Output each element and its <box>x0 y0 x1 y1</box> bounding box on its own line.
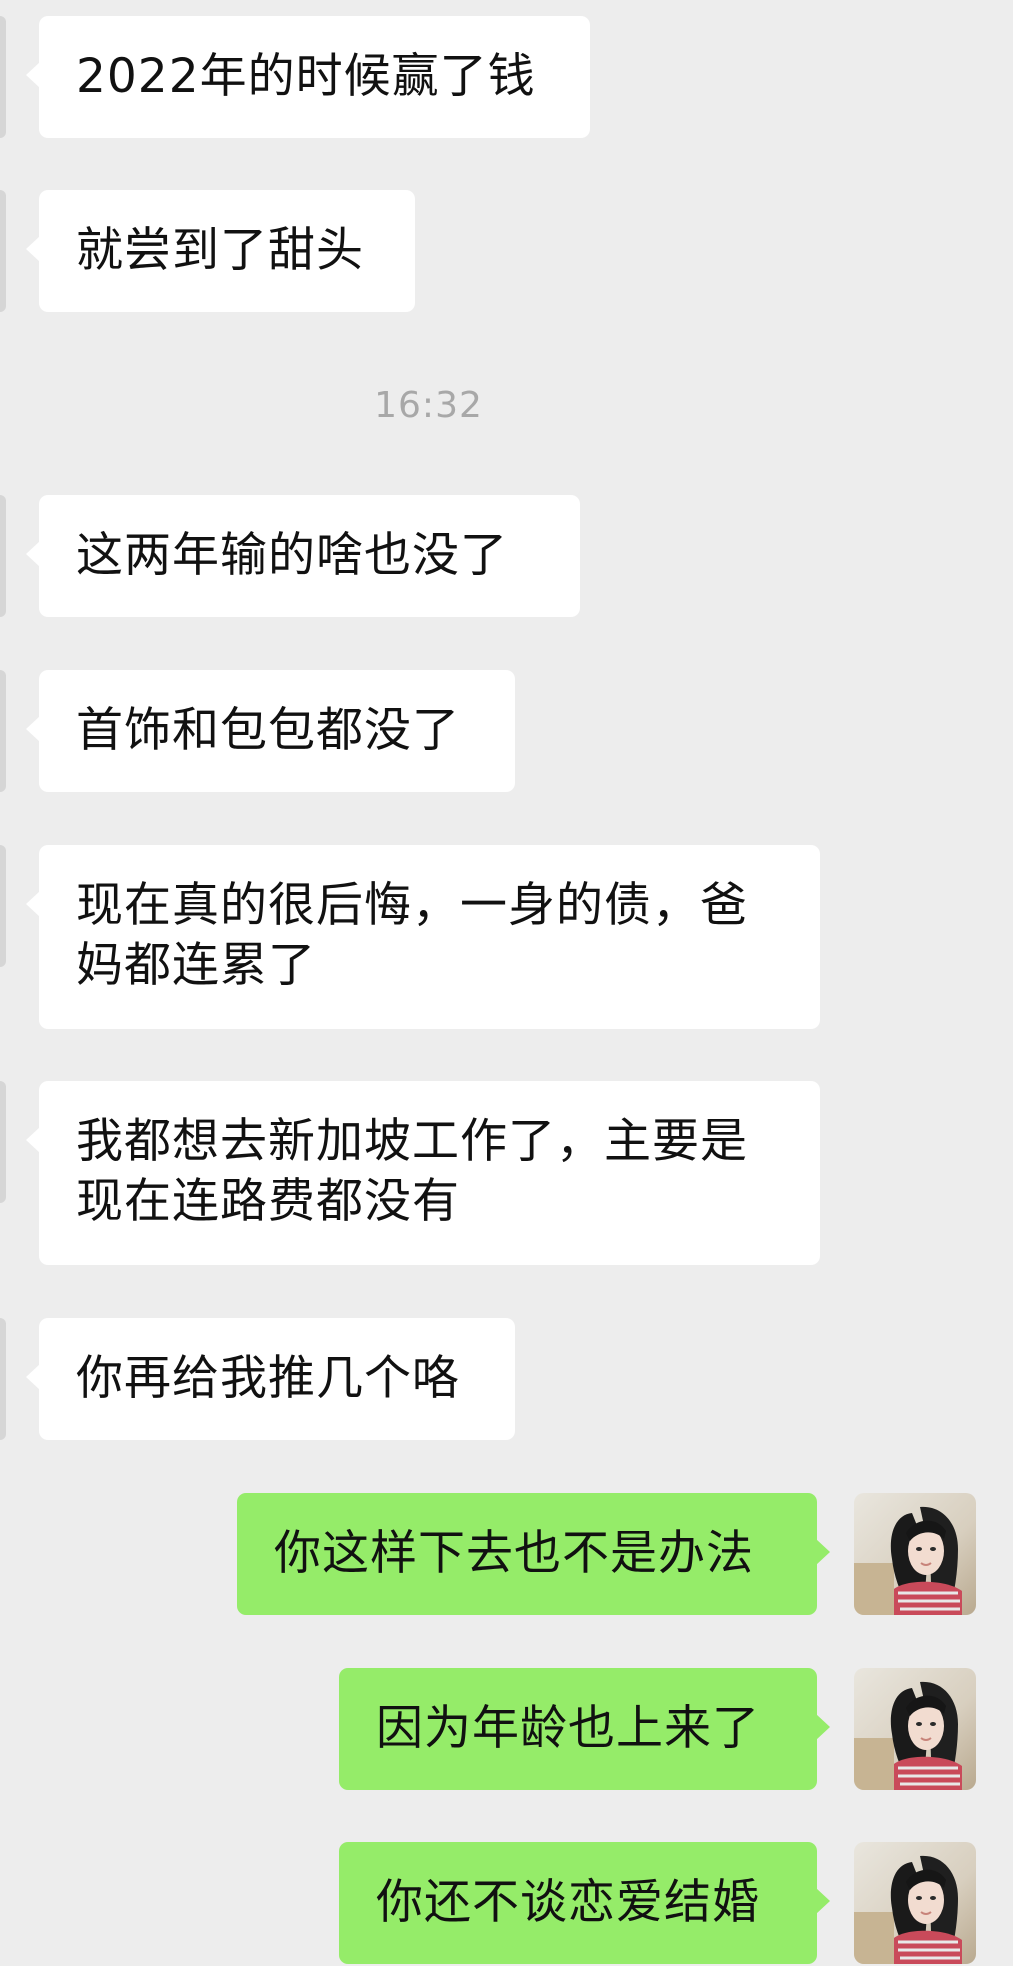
message-text: 现在真的很后悔，一身的债，爸妈都连累了 <box>76 878 748 993</box>
message-bubble-received[interactable]: 就尝到了甜头 <box>26 190 415 312</box>
message-bubble-received[interactable]: 现在真的很后悔，一身的债，爸妈都连累了 <box>26 845 820 1029</box>
contact-avatar-stub[interactable] <box>0 190 6 312</box>
message-text: 你这样下去也不是办法 <box>274 1526 754 1581</box>
message-text: 2022年的时候赢了钱 <box>76 49 536 104</box>
message-bubble-received[interactable]: 我都想去新加坡工作了，主要是现在连路费都没有 <box>26 1081 820 1265</box>
contact-avatar-stub[interactable] <box>0 845 6 967</box>
message-text: 就尝到了甜头 <box>76 223 364 278</box>
chat-window: 2022年的时候赢了钱 就尝到了甜头 16:32 这两年输的啥也没了 首饰和包包… <box>0 0 1013 1966</box>
contact-avatar-stub[interactable] <box>0 495 6 617</box>
message-text: 这两年输的啥也没了 <box>76 528 508 583</box>
user-avatar-icon[interactable] <box>854 1842 976 1964</box>
message-text: 你还不谈恋爱结婚 <box>376 1875 760 1930</box>
message-bubble-sent[interactable]: 你这样下去也不是办法 <box>237 1493 830 1615</box>
message-text: 因为年龄也上来了 <box>376 1701 760 1756</box>
chat-timestamp: 16:32 <box>374 385 483 426</box>
message-bubble-sent[interactable]: 因为年龄也上来了 <box>339 1668 830 1790</box>
message-bubble-received[interactable]: 这两年输的啥也没了 <box>26 495 580 617</box>
message-text: 你再给我推几个咯 <box>76 1351 460 1406</box>
message-bubble-received[interactable]: 你再给我推几个咯 <box>26 1318 515 1440</box>
contact-avatar-stub[interactable] <box>0 1081 6 1203</box>
message-bubble-received[interactable]: 首饰和包包都没了 <box>26 670 515 792</box>
contact-avatar-stub[interactable] <box>0 670 6 792</box>
message-bubble-sent[interactable]: 你还不谈恋爱结婚 <box>339 1842 830 1964</box>
message-bubble-received[interactable]: 2022年的时候赢了钱 <box>26 16 590 138</box>
contact-avatar-stub[interactable] <box>0 16 6 138</box>
user-avatar-icon[interactable] <box>854 1493 976 1615</box>
message-text: 我都想去新加坡工作了，主要是现在连路费都没有 <box>76 1114 748 1229</box>
contact-avatar-stub[interactable] <box>0 1318 6 1440</box>
message-text: 首饰和包包都没了 <box>76 703 460 758</box>
user-avatar-icon[interactable] <box>854 1668 976 1790</box>
